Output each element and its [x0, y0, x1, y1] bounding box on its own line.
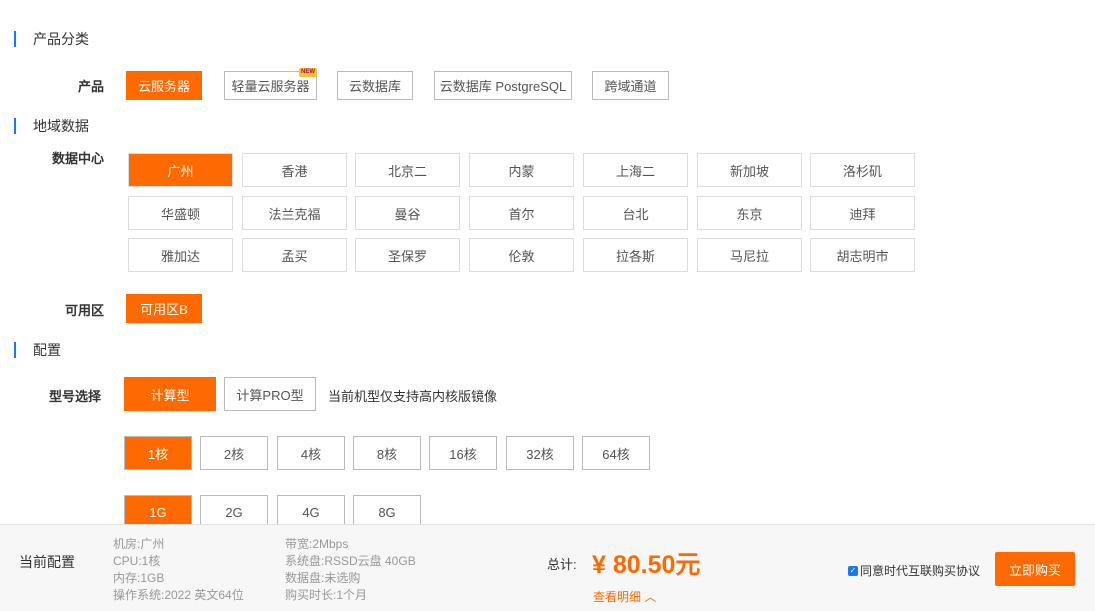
datacenter-option[interactable]: 雅加达 — [128, 238, 233, 272]
datacenter-option[interactable]: 东京 — [697, 196, 802, 230]
cpu-core-option[interactable]: 8核 — [353, 436, 421, 470]
total-label: 总计: — [547, 557, 577, 572]
section-title-region: 地域数据 — [14, 118, 89, 134]
product-option-cross-region[interactable]: 跨域通道 — [592, 71, 669, 100]
section-title-config: 配置 — [14, 342, 61, 358]
spec-os: 操作系统:2022 英文64位 — [113, 588, 244, 602]
datacenter-label: 数据中心 — [51, 151, 104, 166]
datacenter-option[interactable]: 内蒙 — [469, 153, 574, 187]
cpu-core-option[interactable]: 64核 — [582, 436, 650, 470]
spec-column-1: 机房:广州 CPU:1核 内存:1GB 操作系统:2022 英文64位 — [113, 536, 244, 604]
datacenter-option[interactable]: 胡志明市 — [810, 238, 915, 272]
cpu-core-option[interactable]: 4核 — [277, 436, 345, 470]
cpu-core-option[interactable]: 32核 — [506, 436, 574, 470]
datacenter-option[interactable]: 拉各斯 — [583, 238, 688, 272]
new-badge: NEW — [299, 68, 317, 77]
product-option-cvm[interactable]: 云服务器 — [126, 71, 202, 100]
datacenter-option[interactable]: 洛杉矶 — [810, 153, 915, 187]
section-title-category: 产品分类 — [14, 31, 89, 47]
current-config-label: 当前配置 — [19, 554, 75, 570]
model-option-compute[interactable]: 计算型 — [124, 377, 216, 411]
zone-label: 可用区 — [64, 303, 104, 318]
buy-now-button[interactable]: 立即购买 — [995, 552, 1075, 586]
datacenter-option[interactable]: 马尼拉 — [697, 238, 802, 272]
product-option-database[interactable]: 云数据库 — [337, 71, 413, 100]
product-option-postgresql[interactable]: 云数据库 PostgreSQL — [434, 71, 572, 100]
spec-duration: 购买时长:1个月 — [285, 588, 368, 602]
model-option-compute-pro[interactable]: 计算PRO型 — [224, 377, 316, 411]
product-option-lighthouse-label: 轻量云服务器 — [231, 79, 310, 94]
datacenter-option[interactable]: 曼谷 — [355, 196, 460, 230]
checkbox-checked-icon[interactable]: ✓ — [848, 565, 858, 576]
cpu-core-option[interactable]: 1核 — [124, 436, 192, 470]
datacenter-option[interactable]: 法兰克福 — [242, 196, 347, 230]
datacenter-option[interactable]: 台北 — [583, 196, 688, 230]
datacenter-option[interactable]: 香港 — [242, 153, 347, 187]
cpu-core-option[interactable]: 2核 — [200, 436, 268, 470]
order-summary-bar: 当前配置 机房:广州 CPU:1核 内存:1GB 操作系统:2022 英文64位… — [0, 524, 1095, 611]
datacenter-option[interactable]: 孟买 — [242, 238, 347, 272]
agreement-label: 同意时代互联购买协议 — [860, 564, 981, 578]
datacenter-option[interactable]: 广州 — [128, 153, 233, 187]
spec-data-disk: 数据盘:未选购 — [285, 571, 361, 585]
spec-datacenter: 机房:广州 — [113, 537, 165, 551]
spec-cpu: CPU:1核 — [113, 554, 161, 568]
datacenter-option[interactable]: 华盛顿 — [128, 196, 233, 230]
datacenter-option[interactable]: 迪拜 — [810, 196, 915, 230]
zone-option-b[interactable]: 可用区B — [126, 294, 202, 323]
datacenter-option[interactable]: 上海二 — [583, 153, 688, 187]
cpu-core-option[interactable]: 16核 — [429, 436, 497, 470]
spec-bandwidth: 带宽:2Mbps — [285, 537, 349, 551]
view-details-link[interactable]: 查看明细 ︿ — [593, 588, 656, 605]
spec-memory: 内存:1GB — [113, 571, 165, 585]
model-note: 当前机型仅支持高内核版镜像 — [328, 389, 498, 404]
datacenter-option[interactable]: 新加坡 — [697, 153, 802, 187]
datacenter-option[interactable]: 伦敦 — [469, 238, 574, 272]
datacenter-option[interactable]: 北京二 — [355, 153, 460, 187]
product-label: 产品 — [77, 79, 104, 94]
spec-column-2: 带宽:2Mbps 系统盘:RSSD云盘 40GB 数据盘:未选购 购买时长:1个… — [285, 536, 416, 604]
spec-system-disk: 系统盘:RSSD云盘 40GB — [285, 554, 416, 568]
model-label: 型号选择 — [48, 389, 101, 404]
datacenter-option[interactable]: 首尔 — [469, 196, 574, 230]
product-option-lighthouse[interactable]: 轻量云服务器 NEW — [224, 68, 317, 100]
agreement-checkbox[interactable]: ✓ 同意时代互联购买协议 — [848, 562, 980, 579]
total-price: ¥ 80.50元 — [592, 551, 701, 579]
datacenter-option[interactable]: 圣保罗 — [355, 238, 460, 272]
